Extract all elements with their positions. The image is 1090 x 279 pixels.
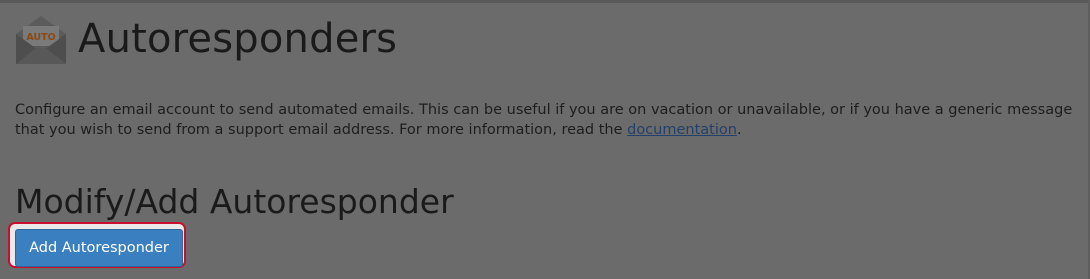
description-end: . — [736, 122, 742, 138]
page-description: Configure an email account to send autom… — [15, 100, 1085, 140]
section-title: Modify/Add Autoresponder — [15, 182, 454, 221]
auto-badge-text: AUTO — [26, 32, 55, 43]
description-text: Configure an email account to send autom… — [15, 102, 1073, 138]
add-autoresponder-button[interactable]: Add Autoresponder — [15, 229, 183, 267]
page-title: Autoresponders — [78, 16, 398, 62]
top-shade — [0, 0, 1090, 3]
page-header: AUTO Autoresponders — [14, 12, 397, 66]
autoresponder-envelope-icon: AUTO — [14, 12, 68, 66]
documentation-link[interactable]: documentation — [627, 122, 737, 138]
